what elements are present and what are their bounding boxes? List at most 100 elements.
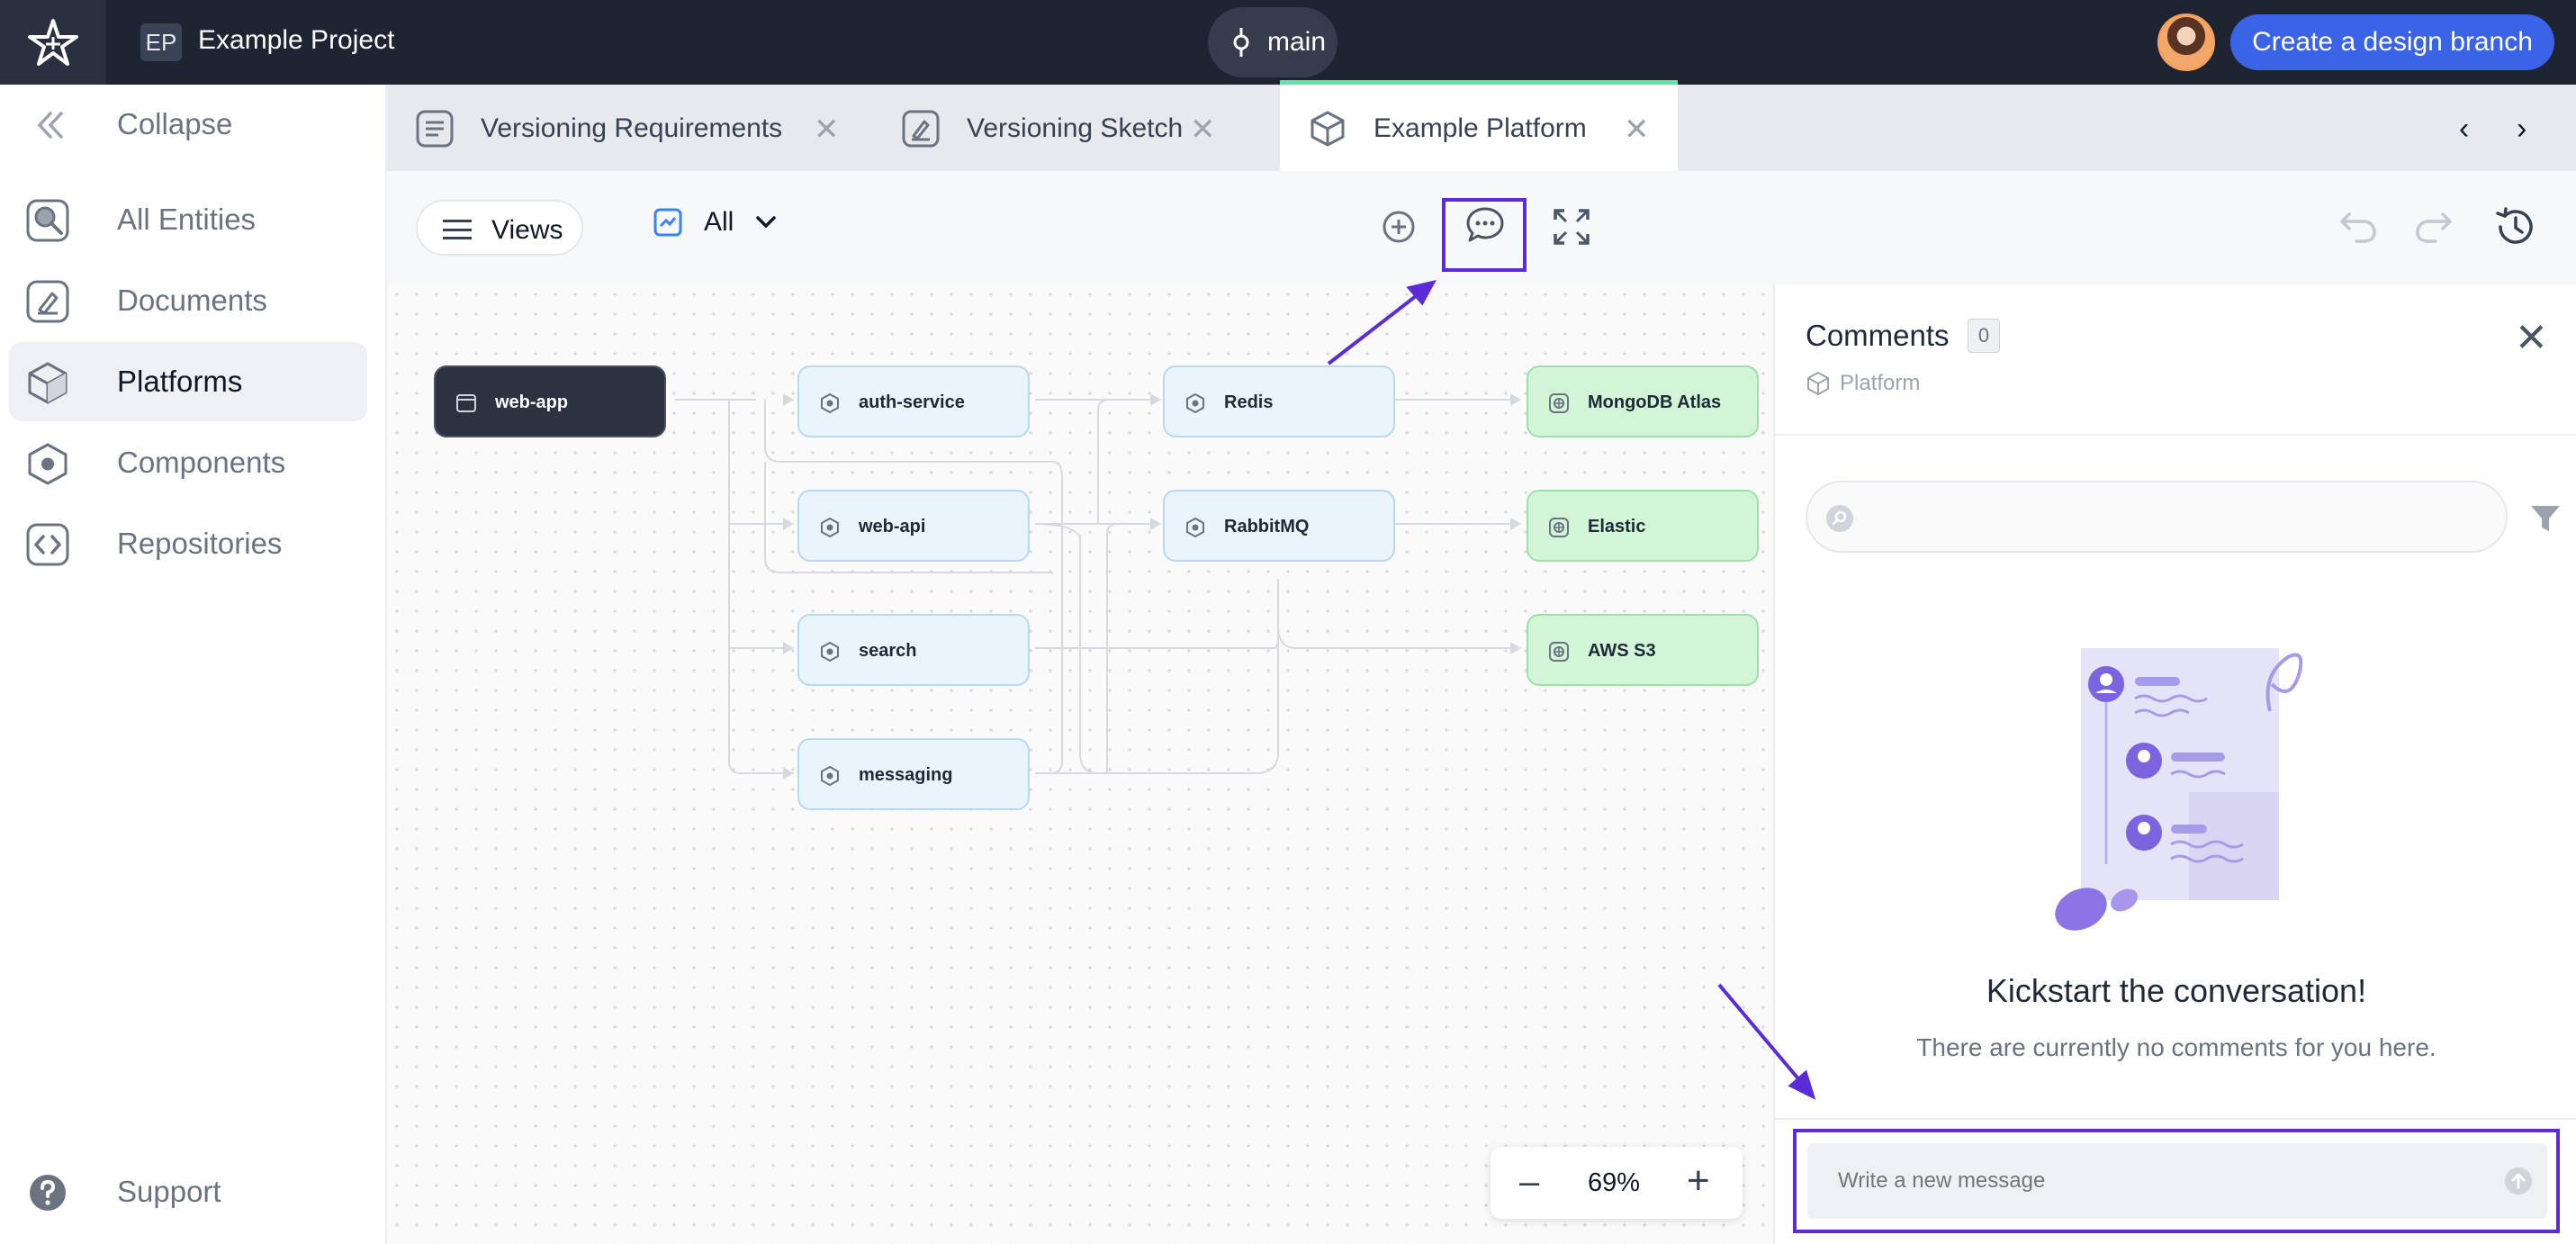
comments-context: Platform — [1806, 371, 1920, 396]
cube-icon — [28, 362, 68, 404]
browser-window-icon — [456, 394, 476, 412]
node-label: Redis — [1224, 392, 1274, 412]
cube-icon — [1311, 111, 1345, 147]
sidebar-item-all-entities[interactable]: All Entities — [9, 180, 367, 259]
tab-example-platform[interactable]: Example Platform ✕ — [1280, 80, 1678, 171]
diagram-canvas[interactable]: web-app auth-service web-api search mess… — [387, 284, 1773, 1244]
zoom-control: – 69% + — [1491, 1147, 1743, 1219]
comments-panel: Comments 0 Platform ✕ Kickstart the conv… — [1773, 284, 2576, 1244]
fullscreen-icon[interactable] — [1550, 205, 1593, 248]
sidebar-item-label: Repositories — [117, 527, 283, 560]
undo-icon[interactable] — [2337, 205, 2380, 248]
document-edit-icon — [26, 280, 69, 323]
node-label: MongoDB Atlas — [1588, 392, 1722, 412]
add-circle-icon[interactable] — [1377, 205, 1420, 248]
send-icon[interactable] — [2504, 1167, 2533, 1195]
component-hexagon-icon — [821, 517, 839, 538]
node-label: web-app — [495, 392, 569, 412]
history-icon[interactable] — [2493, 205, 2536, 248]
branch-selector[interactable]: main — [1208, 7, 1338, 77]
sidebar-item-support[interactable]: Support — [9, 1152, 367, 1231]
new-message-input[interactable] — [1807, 1143, 2547, 1219]
comment-button-highlight — [1442, 198, 1527, 272]
tab-label: Versioning Sketch — [967, 113, 1184, 143]
support-label: Support — [117, 1175, 221, 1208]
component-hexagon-icon — [821, 641, 839, 663]
sidebar-item-repositories[interactable]: Repositories — [9, 504, 367, 583]
document-icon — [416, 110, 454, 148]
node-mongodb-atlas[interactable]: MongoDB Atlas — [1527, 365, 1759, 437]
branch-name: main — [1267, 27, 1327, 57]
collapse-label: Collapse — [117, 107, 233, 140]
filter-icon[interactable] — [2527, 500, 2563, 536]
sidebar-item-label: Components — [117, 446, 286, 479]
external-service-icon — [1549, 642, 1569, 662]
app-logo[interactable] — [0, 0, 106, 85]
node-messaging[interactable]: messaging — [797, 738, 1030, 810]
close-comments-icon[interactable]: ✕ — [2515, 319, 2548, 358]
collapse-sidebar-button[interactable]: Collapse — [9, 85, 367, 164]
chevron-down-icon — [756, 216, 777, 229]
views-label: Views — [491, 215, 563, 245]
sidebar-item-documents[interactable]: Documents — [9, 261, 367, 340]
tab-label: Example Platform — [1374, 113, 1587, 143]
component-hexagon-icon — [1186, 392, 1204, 414]
search-icon — [1826, 505, 1853, 532]
search-entities-icon — [26, 199, 69, 242]
close-tab-icon[interactable]: ✕ — [1190, 112, 1216, 148]
git-commit-icon — [1233, 28, 1249, 57]
comments-context-label: Platform — [1840, 371, 1921, 395]
hexagon-icon — [28, 443, 68, 485]
close-tab-icon[interactable]: ✕ — [1624, 112, 1650, 148]
app-window: EP Example Project main Create a design … — [0, 0, 2576, 1244]
empty-comments-illustration — [2055, 648, 2303, 931]
comments-search-input[interactable] — [1806, 481, 2508, 553]
zoom-out-button[interactable]: – — [1519, 1164, 1539, 1200]
star-logo-icon — [28, 19, 78, 66]
project-name[interactable]: Example Project — [198, 25, 394, 56]
empty-state-subtitle: There are currently no comments for you … — [1916, 1033, 2436, 1061]
node-auth-service[interactable]: auth-service — [797, 365, 1030, 437]
node-aws-s3[interactable]: AWS S3 — [1527, 614, 1759, 686]
comments-count-badge: 0 — [1968, 319, 2000, 353]
divider — [1775, 434, 2576, 436]
help-circle-icon — [30, 1175, 66, 1211]
node-label: messaging — [859, 765, 953, 785]
node-redis[interactable]: Redis — [1163, 365, 1395, 437]
hamburger-icon — [443, 220, 472, 239]
node-search[interactable]: search — [797, 614, 1030, 686]
empty-state-title: Kickstart the conversation! — [1986, 972, 2367, 1009]
node-web-app[interactable]: web-app — [434, 365, 666, 437]
tab-scroll-right-icon[interactable]: › — [2517, 112, 2526, 147]
redo-icon[interactable] — [2412, 205, 2455, 248]
tab-scroll-left-icon[interactable]: ‹ — [2459, 112, 2469, 147]
create-design-branch-button[interactable]: Create a design branch — [2230, 14, 2554, 70]
tab-bar: Versioning Requirements ✕ Versioning Ske… — [387, 80, 2576, 171]
close-tab-icon[interactable]: ✕ — [814, 112, 840, 148]
sidebar-item-platforms[interactable]: Platforms — [9, 342, 367, 421]
views-button[interactable]: Views — [416, 200, 583, 256]
tab-label: Versioning Requirements — [481, 113, 783, 143]
filter-label: All — [704, 207, 734, 237]
project-badge[interactable]: EP — [140, 23, 182, 61]
external-service-icon — [1549, 518, 1569, 537]
tab-versioning-sketch[interactable]: Versioning Sketch ✕ — [873, 85, 1244, 171]
zoom-level: 69% — [1588, 1168, 1641, 1197]
canvas-toolbar: Views All — [387, 171, 2576, 284]
node-rabbitmq[interactable]: RabbitMQ — [1163, 490, 1395, 562]
double-chevron-left-icon — [37, 112, 63, 139]
node-elastic[interactable]: Elastic — [1527, 490, 1759, 562]
user-avatar[interactable] — [2157, 14, 2215, 71]
filter-view-icon — [653, 208, 682, 237]
view-filter-select[interactable]: All — [653, 207, 777, 238]
node-label: auth-service — [859, 392, 965, 412]
node-web-api[interactable]: web-api — [797, 490, 1030, 562]
tab-versioning-requirements[interactable]: Versioning Requirements ✕ — [387, 85, 873, 171]
zoom-in-button[interactable]: + — [1687, 1161, 1710, 1201]
cube-icon — [1807, 371, 1829, 396]
sketch-icon — [902, 110, 940, 148]
divider — [1775, 1118, 2576, 1120]
node-label: web-api — [859, 517, 926, 536]
external-service-icon — [1549, 393, 1569, 413]
sidebar-item-components[interactable]: Components — [9, 423, 367, 502]
